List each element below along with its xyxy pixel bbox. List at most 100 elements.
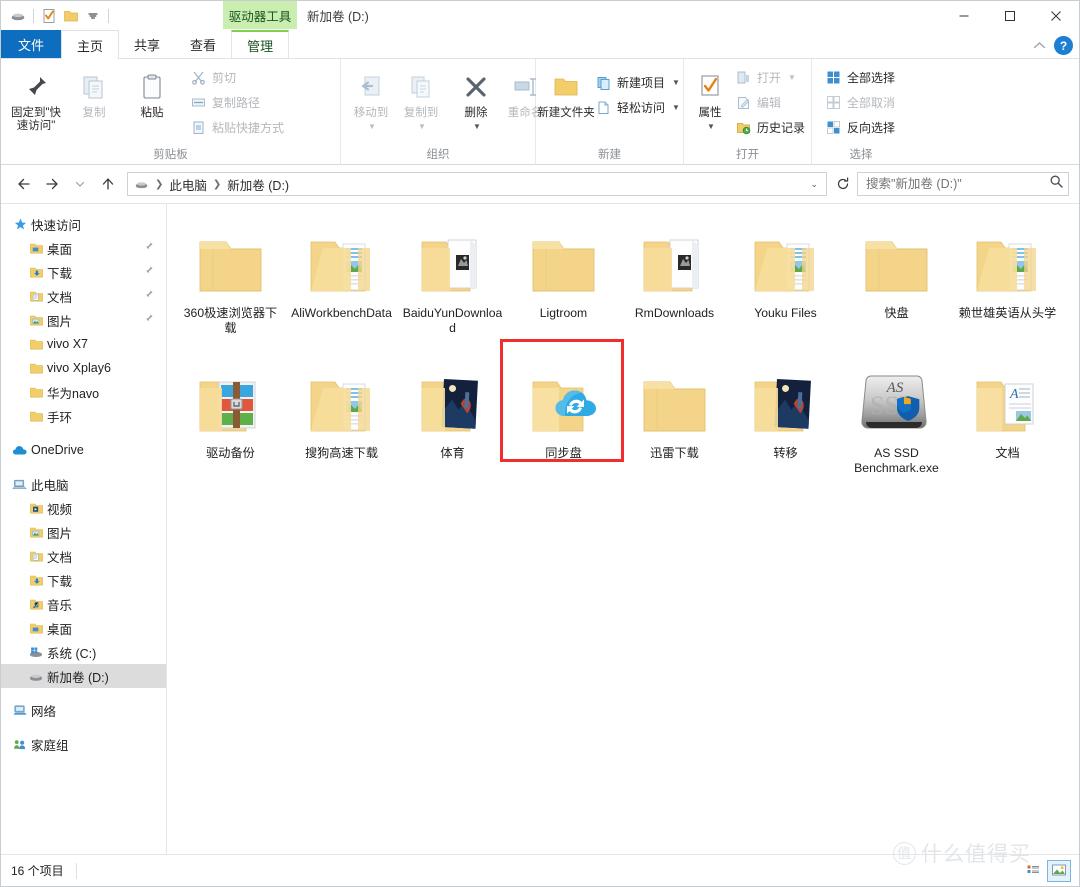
open-button[interactable]: 打开 ▼: [732, 66, 808, 89]
tab-manage[interactable]: 管理: [231, 30, 290, 58]
file-grid-item[interactable]: 搜狗高速下载: [286, 354, 397, 494]
sidebar-item-手环[interactable]: 手环: [1, 404, 166, 428]
refresh-button[interactable]: [831, 172, 855, 196]
file-grid-item[interactable]: 360极速浏览器下载: [175, 214, 286, 354]
invert-selection-button[interactable]: 反向选择: [822, 116, 898, 139]
large-icons-view-icon[interactable]: [1047, 859, 1071, 882]
search-icon[interactable]: [1049, 174, 1064, 194]
file-grid-item[interactable]: 驱动备份: [175, 354, 286, 494]
sidebar-item-vivo-xplay6[interactable]: vivo Xplay6: [1, 356, 166, 380]
select-none-button[interactable]: 全部取消: [822, 91, 898, 114]
up-button[interactable]: [95, 171, 121, 197]
pin-icon[interactable]: [143, 313, 154, 327]
edit-button[interactable]: 编辑: [732, 91, 808, 114]
tab-home[interactable]: 主页: [61, 30, 120, 59]
details-view-icon[interactable]: [1021, 860, 1045, 882]
breadcrumb[interactable]: ❯ 此电脑 ❯ 新加卷 (D:) ⌄: [127, 172, 827, 196]
file-grid-item[interactable]: 体育: [397, 354, 508, 494]
file-grid-item[interactable]: 赖世雄英语从头学: [952, 214, 1063, 354]
search-box[interactable]: [857, 172, 1069, 196]
properties-icon[interactable]: [38, 5, 60, 27]
sidebar-item-音乐[interactable]: 音乐: [1, 592, 166, 616]
tab-share[interactable]: 共享: [119, 30, 175, 58]
sidebar-item-图片[interactable]: 图片: [1, 308, 166, 332]
file-grid-item[interactable]: AliWorkbenchData: [286, 214, 397, 354]
paste-shortcut-button[interactable]: 粘贴快捷方式: [187, 116, 287, 139]
file-grid-item[interactable]: 转移: [730, 354, 841, 494]
pin-icon[interactable]: [143, 241, 154, 255]
sidebar-item-文档[interactable]: 文档: [1, 544, 166, 568]
move-to-caret-icon[interactable]: ▼: [368, 120, 376, 133]
select-all-button[interactable]: 全部选择: [822, 66, 898, 89]
copy-path-button[interactable]: 复制路径: [187, 91, 287, 114]
file-grid-item[interactable]: 同步盘: [508, 354, 619, 494]
properties-caret-icon[interactable]: ▼: [707, 120, 715, 133]
pin-to-quick-access-button[interactable]: 固定到"快速访问": [7, 63, 65, 133]
new-folder-button[interactable]: 新建文件夹: [537, 63, 595, 120]
back-button[interactable]: [11, 171, 37, 197]
easy-access-icon: [595, 99, 612, 116]
file-grid-item[interactable]: AS SSD AS SSD Benchmark.exe: [841, 354, 952, 494]
cut-button[interactable]: 剪切: [187, 66, 287, 89]
tab-view[interactable]: 查看: [175, 30, 231, 58]
file-grid-item[interactable]: RmDownloads: [619, 214, 730, 354]
close-button[interactable]: [1033, 1, 1079, 31]
file-list-pane[interactable]: 360极速浏览器下载 AliWorkbenchData BaiduYunDownlo…: [167, 204, 1079, 854]
file-grid-item[interactable]: BaiduYunDownload: [397, 214, 508, 354]
move-to-button[interactable]: 移动到 ▼: [347, 63, 395, 133]
sidebar-item-下载[interactable]: 下载: [1, 260, 166, 284]
sidebar-item-文档[interactable]: 文档: [1, 284, 166, 308]
sidebar-item-vivo-x7[interactable]: vivo X7: [1, 332, 166, 356]
sidebar-item-快速访问[interactable]: 快速访问: [1, 212, 166, 236]
maximize-button[interactable]: [987, 1, 1033, 31]
pin-icon[interactable]: [143, 265, 154, 279]
copy-to-caret-icon[interactable]: ▼: [418, 120, 426, 133]
breadcrumb-this-pc[interactable]: 此电脑: [167, 175, 209, 194]
sidebar-item-系统-c-[interactable]: 系统 (C:): [1, 640, 166, 664]
copy-to-button[interactable]: 复制到 ▼: [397, 63, 445, 133]
file-grid-item[interactable]: 迅雷下载: [619, 354, 730, 494]
breadcrumb-dropdown-icon[interactable]: ⌄: [810, 179, 820, 190]
customize-dropdown-icon[interactable]: [82, 5, 104, 27]
easy-access-button[interactable]: 轻松访问 ▼: [592, 96, 683, 119]
breadcrumb-current-drive[interactable]: 新加卷 (D:): [225, 175, 291, 194]
delete-button[interactable]: 删除 ▼: [453, 63, 499, 133]
copy-button[interactable]: 复制: [65, 63, 123, 120]
new-folder-icon[interactable]: [60, 5, 82, 27]
help-button[interactable]: ?: [1054, 36, 1073, 55]
search-input[interactable]: [866, 177, 1049, 191]
file-grid-item[interactable]: Youku Files: [730, 214, 841, 354]
sidebar-item-视频[interactable]: 视频: [1, 496, 166, 520]
sidebar-item-桌面[interactable]: 桌面: [1, 236, 166, 260]
sidebar-item-图片[interactable]: 图片: [1, 520, 166, 544]
sidebar-item-家庭组[interactable]: 家庭组: [1, 732, 166, 756]
file-grid-item[interactable]: A 文档: [952, 354, 1063, 494]
forward-button[interactable]: [39, 171, 65, 197]
open-caret-icon[interactable]: ▼: [788, 73, 796, 82]
file-grid-item[interactable]: Ligtroom: [508, 214, 619, 354]
paste-button[interactable]: 粘贴: [123, 63, 181, 120]
minimize-button[interactable]: [941, 1, 987, 31]
sidebar-item-onedrive[interactable]: OneDrive: [1, 438, 166, 462]
file-grid-item[interactable]: 快盘: [841, 214, 952, 354]
history-button[interactable]: 历史记录: [732, 116, 808, 139]
sidebar-item-下载[interactable]: 下载: [1, 568, 166, 592]
sidebar-item-华为navo[interactable]: 华为navo: [1, 380, 166, 404]
sidebar-item-新加卷-d-[interactable]: 新加卷 (D:): [1, 664, 166, 688]
properties-button[interactable]: 属性 ▼: [690, 63, 730, 133]
drive-icon[interactable]: [7, 5, 29, 27]
new-item-button[interactable]: 新建项目 ▼: [592, 71, 683, 94]
sidebar-item-网络[interactable]: 网络: [1, 698, 166, 722]
delete-caret-icon[interactable]: ▼: [473, 120, 481, 133]
collapse-ribbon-icon[interactable]: [1033, 37, 1046, 55]
recent-locations-button[interactable]: [67, 171, 93, 197]
open-group-label: 打开: [736, 149, 759, 161]
sidebar-item-此电脑[interactable]: 此电脑: [1, 472, 166, 496]
copy-to-icon: [406, 67, 436, 107]
tab-file[interactable]: 文件: [1, 30, 62, 58]
new-item-caret-icon[interactable]: ▼: [672, 78, 680, 87]
clipboard-group-label: 剪贴板: [153, 149, 188, 161]
easy-access-caret-icon[interactable]: ▼: [672, 103, 680, 112]
pin-icon[interactable]: [143, 289, 154, 303]
sidebar-item-桌面[interactable]: 桌面: [1, 616, 166, 640]
